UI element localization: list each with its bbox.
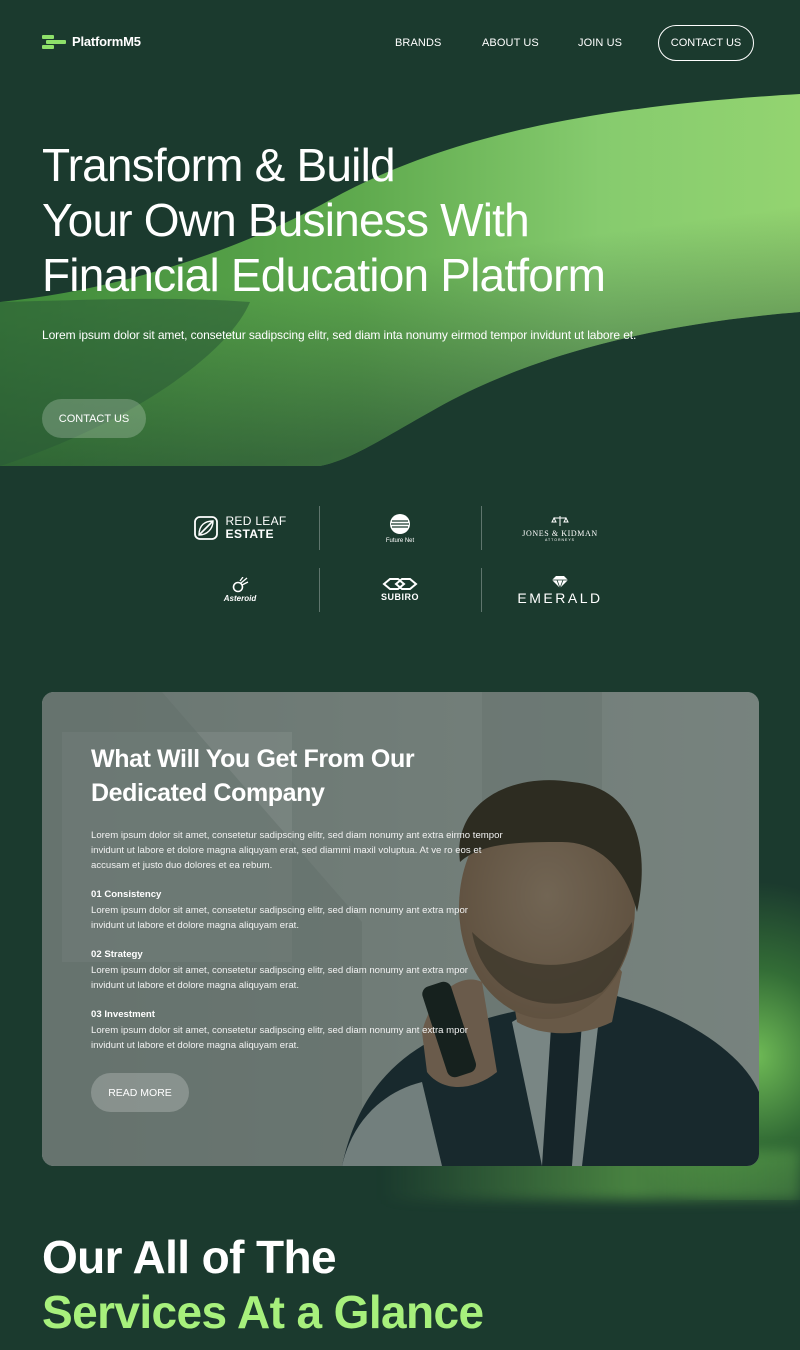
feature-item-title: 02 Strategy — [91, 949, 143, 960]
brand-future-net-label: Future Net — [385, 537, 415, 544]
feature-item-title: 03 Investment — [91, 1009, 155, 1020]
brand-asteroid-label: Asteroid — [223, 594, 257, 603]
site-header: PlatformM5 BRANDS ABOUT US JOIN US CONTA… — [0, 0, 800, 86]
feature-item-text: Lorem ipsum dolor sit amet, consetetur s… — [91, 1025, 468, 1051]
services-heading-line-2: Services At a Glance — [42, 1286, 484, 1338]
services-heading-line-1: Our All of The — [42, 1231, 337, 1283]
emerald-gem-icon — [552, 575, 568, 589]
brand-jones-kidman-sub: ATTORNEYS — [544, 537, 576, 542]
brand-red-leaf-line2: ESTATE — [225, 527, 275, 541]
brand-jones-kidman-label: JONES & KIDMAN — [522, 528, 598, 538]
leaf-icon — [194, 516, 219, 540]
brand-asteroid[interactable]: Asteroid — [160, 568, 320, 612]
brand-emerald-label: EMERALD — [517, 589, 603, 606]
hero-title: Transform & Build Your Own Business With… — [42, 138, 762, 303]
globe-icon — [390, 513, 410, 534]
logo-text: PlatformM5 — [72, 34, 141, 49]
brand-red-leaf-estate[interactable]: RED LEAF ESTATE — [160, 506, 320, 550]
header-contact-button[interactable]: CONTACT US — [658, 25, 754, 61]
logo[interactable]: PlatformM5 — [42, 34, 141, 49]
scales-icon — [551, 515, 569, 526]
hero-title-line-2: Your Own Business With — [42, 194, 530, 246]
asteroid-icon — [232, 577, 249, 593]
hero-contact-button[interactable]: CONTACT US — [42, 399, 146, 438]
nav-brands[interactable]: BRANDS — [395, 37, 441, 49]
services-heading: Our All of The Services At a Glance — [42, 1230, 484, 1340]
brand-future-net[interactable]: Future Net — [320, 506, 480, 550]
nav-about-us[interactable]: ABOUT US — [482, 37, 539, 49]
landing-page: PlatformM5 BRANDS ABOUT US JOIN US CONTA… — [0, 0, 800, 1350]
brand-jones-kidman[interactable]: JONES & KIDMAN ATTORNEYS — [480, 506, 640, 550]
brand-emerald[interactable]: EMERALD — [480, 568, 640, 612]
subiro-icon — [382, 578, 418, 590]
brand-subiro-label: SUBIRO — [380, 592, 419, 602]
feature-item-text: Lorem ipsum dolor sit amet, consetetur s… — [91, 905, 468, 931]
feature-item-text: Lorem ipsum dolor sit amet, consetetur s… — [91, 965, 468, 991]
feature-intro: Lorem ipsum dolor sit amet, consetetur s… — [91, 830, 503, 871]
logo-mark-icon — [42, 34, 66, 49]
feature-item-title: 01 Consistency — [91, 889, 162, 900]
hero-subtitle: Lorem ipsum dolor sit amet, consetetur s… — [42, 328, 637, 342]
read-more-button[interactable]: READ MORE — [91, 1073, 189, 1112]
feature-card: What Will You Get From Our Dedicated Com… — [42, 692, 759, 1166]
nav-join-us[interactable]: JOIN US — [578, 37, 622, 49]
brand-subiro[interactable]: SUBIRO — [320, 568, 480, 612]
brand-logos: RED LEAF ESTATE Future Net JONES & KIDMA… — [160, 506, 640, 612]
feature-title: What Will You Get From Our Dedicated Com… — [91, 742, 511, 810]
hero-title-line-3: Financial Education Platform — [42, 249, 606, 301]
feature-title-line-2: Dedicated Company — [91, 779, 325, 807]
hero-title-line-1: Transform & Build — [42, 139, 396, 191]
feature-title-line-1: What Will You Get From Our — [91, 745, 415, 773]
